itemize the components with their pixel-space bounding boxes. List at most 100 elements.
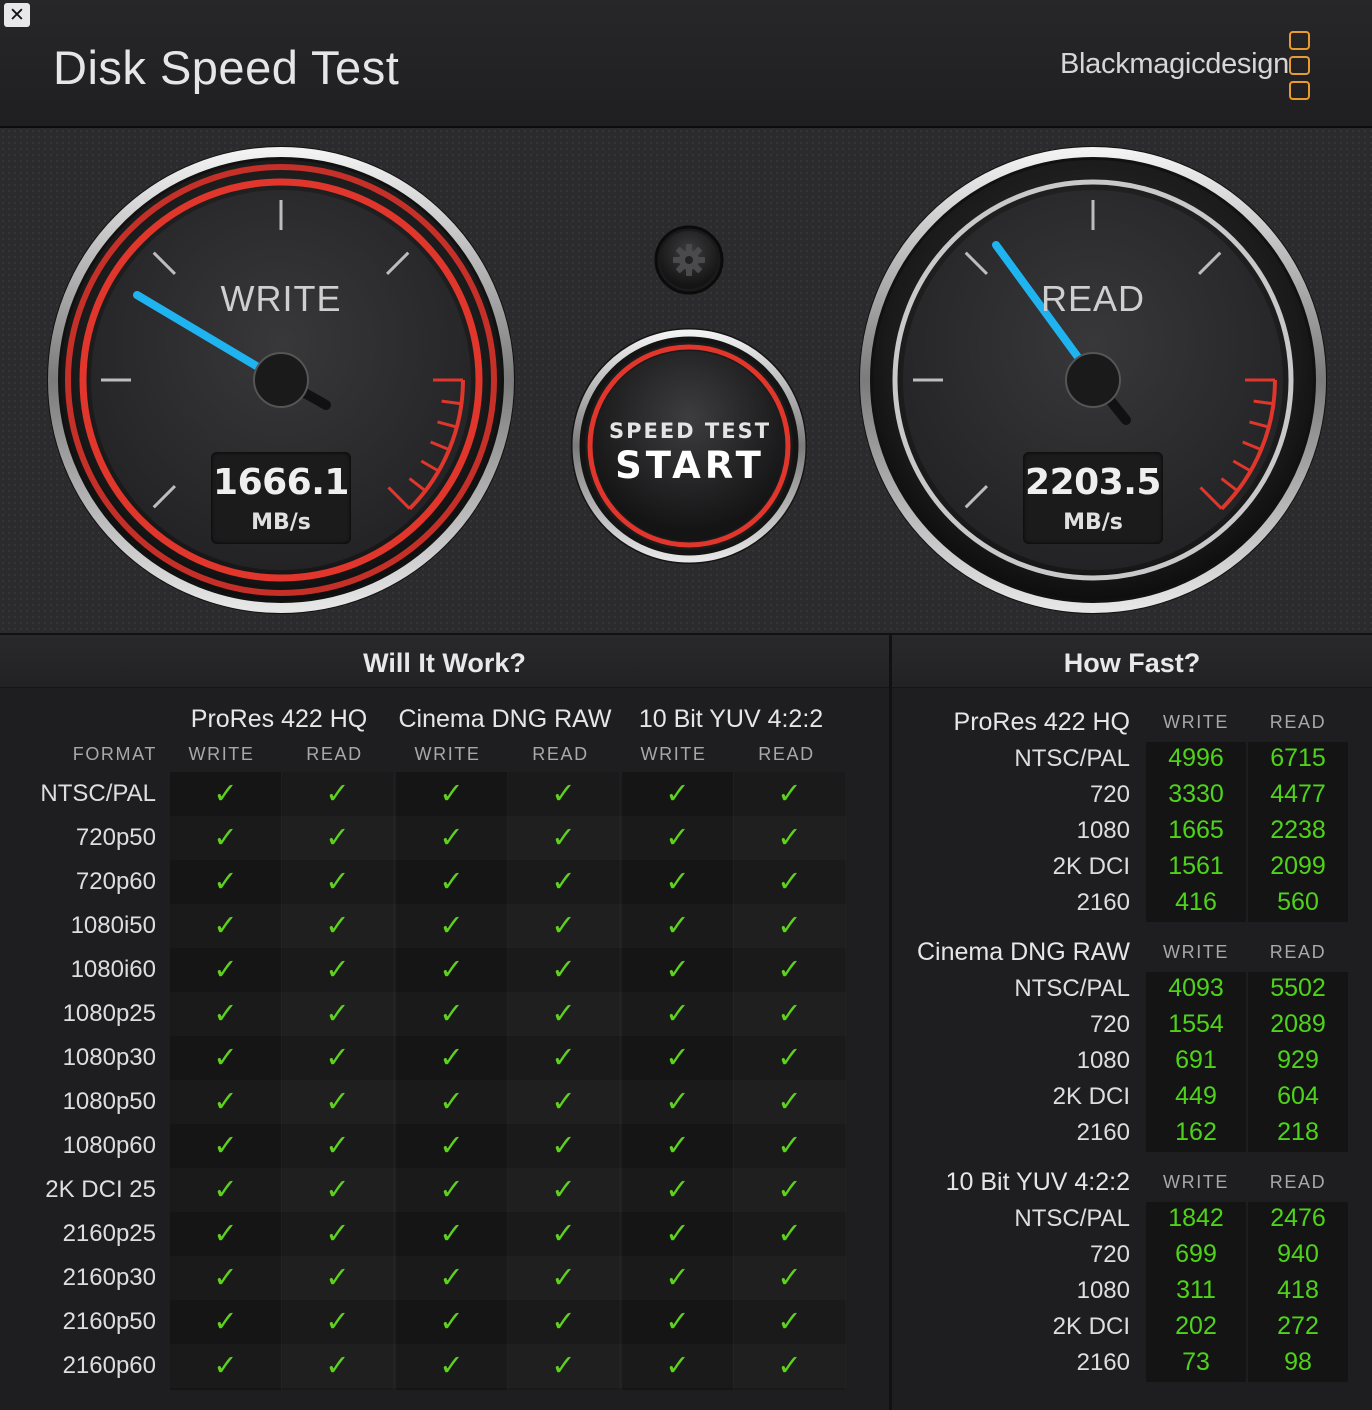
read-subheader: READ (306, 744, 363, 764)
check-icon: ✓ (777, 1084, 802, 1118)
hf-resolution-label: 720 (1089, 1241, 1130, 1268)
hf-read-value: 5502 (1270, 974, 1326, 1002)
check-icon: ✓ (777, 1172, 802, 1206)
check-icon: ✓ (439, 1260, 464, 1294)
format-label: 720p60 (75, 868, 156, 895)
hf-read-value: 98 (1284, 1348, 1312, 1376)
check-icon: ✓ (665, 1128, 690, 1162)
check-icon: ✓ (551, 776, 576, 810)
check-icon: ✓ (777, 864, 802, 898)
hf-read-value: 2099 (1270, 852, 1326, 880)
format-label: 1080p60 (62, 1132, 156, 1159)
close-button[interactable]: ✕ (4, 3, 30, 27)
hf-resolution-label: 720 (1089, 781, 1130, 808)
read-speed-value: 2203.5 (1025, 462, 1161, 503)
check-icon: ✓ (439, 820, 464, 854)
check-icon: ✓ (665, 776, 690, 810)
read-subheader: READ (758, 744, 815, 764)
hf-write-subheader: WRITE (1163, 1172, 1229, 1192)
check-icon: ✓ (665, 1304, 690, 1338)
check-icon: ✓ (551, 952, 576, 986)
format-label: 2160p50 (62, 1308, 156, 1335)
check-icon: ✓ (665, 1216, 690, 1250)
hf-read-subheader: READ (1269, 712, 1327, 732)
hf-resolution-label: 2K DCI (1052, 1313, 1130, 1340)
check-icon: ✓ (551, 1172, 576, 1206)
check-icon: ✓ (665, 1348, 690, 1382)
check-icon: ✓ (665, 864, 690, 898)
hf-write-value: 1842 (1168, 1204, 1224, 1232)
app-title: Disk Speed Test (53, 41, 400, 94)
check-icon: ✓ (213, 1216, 238, 1250)
hf-resolution-label: 1080 (1076, 817, 1130, 844)
hf-read-value: 4477 (1270, 780, 1326, 808)
check-icon: ✓ (439, 1084, 464, 1118)
hf-write-value: 311 (1176, 1276, 1216, 1304)
check-icon: ✓ (551, 1128, 576, 1162)
write-speed-unit: MB/s (251, 510, 311, 535)
check-icon: ✓ (213, 1348, 238, 1382)
format-label: 2160p25 (62, 1220, 156, 1247)
brand-logo-icon (1289, 56, 1310, 75)
format-column-header: FORMAT (72, 744, 157, 764)
check-icon: ✓ (325, 1216, 350, 1250)
hf-write-value: 1561 (1168, 852, 1224, 880)
hf-codec-header: 10 Bit YUV 4:2:2 (945, 1168, 1130, 1196)
check-icon: ✓ (665, 1084, 690, 1118)
check-icon: ✓ (777, 1216, 802, 1250)
format-label: 720p50 (75, 824, 156, 851)
format-label: 1080p30 (62, 1044, 156, 1071)
check-icon: ✓ (325, 1260, 350, 1294)
check-icon: ✓ (777, 952, 802, 986)
check-icon: ✓ (213, 820, 238, 854)
check-icon: ✓ (665, 996, 690, 1030)
hf-read-subheader: READ (1269, 942, 1327, 962)
app-window: ✕ Disk Speed Test Blackmagicdesign WRITE… (0, 0, 1372, 1410)
check-icon: ✓ (213, 1304, 238, 1338)
hf-resolution-label: 2160 (1076, 889, 1130, 916)
check-icon: ✓ (777, 908, 802, 942)
check-icon: ✓ (213, 1084, 238, 1118)
hf-write-value: 1554 (1168, 1010, 1224, 1038)
check-icon: ✓ (325, 1040, 350, 1074)
check-icon: ✓ (777, 1260, 802, 1294)
hf-write-value: 162 (1175, 1118, 1217, 1146)
hf-resolution-label: NTSC/PAL (1014, 1205, 1130, 1232)
check-icon: ✓ (551, 1304, 576, 1338)
check-icon: ✓ (777, 1040, 802, 1074)
hf-resolution-label: 720 (1089, 1011, 1130, 1038)
check-icon: ✓ (777, 1348, 802, 1382)
check-icon: ✓ (439, 1128, 464, 1162)
format-label: 1080p25 (62, 1000, 156, 1027)
settings-button[interactable] (656, 227, 722, 293)
check-icon: ✓ (325, 864, 350, 898)
start-button[interactable]: SPEED TEST START (575, 331, 805, 561)
check-icon: ✓ (777, 1304, 802, 1338)
format-label: 2K DCI 25 (45, 1176, 156, 1203)
write-subheader: WRITE (640, 744, 707, 764)
start-button-line2: START (615, 444, 765, 487)
hf-write-value: 691 (1175, 1046, 1217, 1074)
check-icon: ✓ (213, 1040, 238, 1074)
check-icon: ✓ (439, 952, 464, 986)
check-icon: ✓ (325, 1304, 350, 1338)
hf-read-value: 218 (1277, 1118, 1319, 1146)
check-icon: ✓ (551, 908, 576, 942)
write-subheader: WRITE (414, 744, 481, 764)
write-gauge-hub (253, 352, 309, 408)
codec-header-prores: ProRes 422 HQ (190, 705, 368, 733)
close-icon: ✕ (9, 4, 25, 26)
hf-resolution-label: 2K DCI (1052, 853, 1130, 880)
hf-codec-header: Cinema DNG RAW (917, 938, 1130, 966)
check-icon: ✓ (325, 1172, 350, 1206)
check-icon: ✓ (439, 996, 464, 1030)
check-icon: ✓ (213, 1172, 238, 1206)
check-icon: ✓ (213, 996, 238, 1030)
check-icon: ✓ (439, 1216, 464, 1250)
check-icon: ✓ (439, 1172, 464, 1206)
how-fast-title: How Fast? (892, 635, 1372, 688)
hf-read-value: 2238 (1270, 816, 1326, 844)
check-icon: ✓ (665, 952, 690, 986)
check-icon: ✓ (325, 1348, 350, 1382)
start-button-line1: SPEED TEST (608, 419, 772, 443)
